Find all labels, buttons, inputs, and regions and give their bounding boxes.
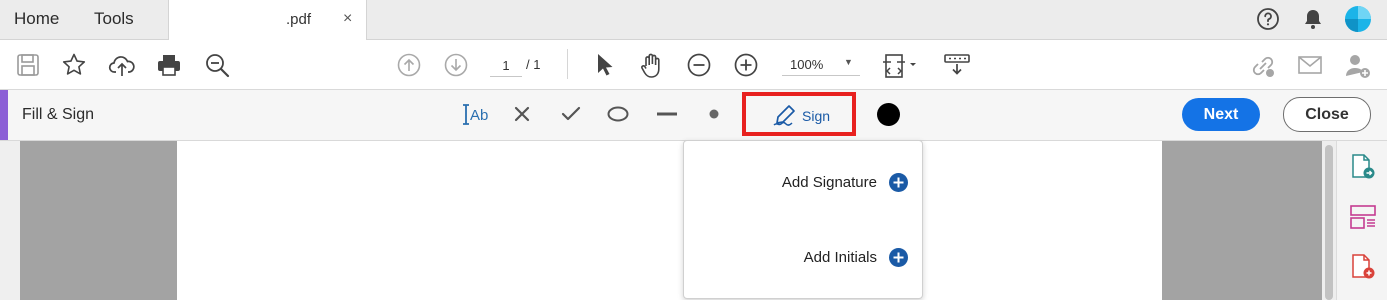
canvas-background-left <box>20 141 177 300</box>
email-icon[interactable] <box>1297 52 1323 78</box>
zoom-out-icon[interactable] <box>686 52 712 78</box>
select-cursor-icon[interactable] <box>592 52 618 78</box>
main-toolbar: / 1 100% ▼ <box>0 40 1387 90</box>
previous-page-icon[interactable] <box>396 52 422 78</box>
zoom-level-select[interactable]: 100% ▼ <box>782 53 860 76</box>
sign-button[interactable]: Sign <box>742 92 856 136</box>
add-circle-icon <box>889 248 908 267</box>
canvas-background-right <box>1162 141 1322 300</box>
menu-home[interactable]: Home <box>14 9 59 29</box>
toolbar-separator <box>567 49 568 79</box>
add-signature-label: Add Signature <box>781 174 877 191</box>
hand-tool-icon[interactable] <box>639 52 665 78</box>
add-circle-icon <box>889 173 908 192</box>
pen-signature-icon <box>772 103 800 129</box>
zoom-in-icon[interactable] <box>733 52 759 78</box>
add-initials-menu-item[interactable]: Add Initials <box>684 237 922 277</box>
ink-color-swatch[interactable] <box>877 103 900 126</box>
fill-sign-accent <box>0 90 8 140</box>
document-tab[interactable]: .pdf × <box>168 0 367 40</box>
next-page-icon[interactable] <box>443 52 469 78</box>
close-tab-icon[interactable]: × <box>343 10 352 28</box>
zoom-search-icon[interactable] <box>204 52 230 78</box>
notification-bell-icon[interactable] <box>1302 7 1324 31</box>
zoom-level-value: 100% <box>790 57 824 72</box>
user-avatar-icon[interactable] <box>1344 5 1372 33</box>
share-link-icon[interactable] <box>1249 52 1275 78</box>
line-icon[interactable] <box>655 105 679 123</box>
menu-tools[interactable]: Tools <box>94 9 134 29</box>
fill-sign-bar: Fill & Sign Ab Sign Next Close <box>0 90 1387 141</box>
svg-text:Ab: Ab <box>470 107 488 124</box>
pdf-page[interactable] <box>177 141 1162 300</box>
fill-sign-title: Fill & Sign <box>22 106 95 123</box>
checkmark-icon[interactable] <box>560 105 582 123</box>
close-button[interactable]: Close <box>1283 97 1371 132</box>
print-icon[interactable] <box>156 52 182 78</box>
page-total-label: / 1 <box>526 57 541 72</box>
cloud-upload-icon[interactable] <box>108 52 135 78</box>
create-pdf-icon[interactable] <box>1350 253 1376 281</box>
sign-button-label: Sign <box>802 108 831 124</box>
document-tab-title: .pdf <box>286 11 312 28</box>
left-gutter <box>0 141 20 300</box>
sign-dropdown-menu: Add Signature Add Initials <box>683 140 923 299</box>
right-tools-panel <box>1336 141 1387 300</box>
organize-pages-icon[interactable] <box>1350 204 1376 230</box>
dot-icon[interactable] <box>706 105 722 123</box>
add-initials-label: Add Initials <box>803 249 877 266</box>
page-fit-icon[interactable] <box>882 52 916 78</box>
scrollbar-thumb[interactable] <box>1325 145 1333 300</box>
chevron-down-icon: ▼ <box>844 57 853 67</box>
scroll-mode-icon[interactable] <box>943 52 970 78</box>
next-button[interactable]: Next <box>1182 98 1260 131</box>
add-signature-menu-item[interactable]: Add Signature <box>684 162 922 202</box>
cross-mark-icon[interactable] <box>513 105 531 123</box>
page-number-input[interactable] <box>490 54 522 77</box>
bookmark-star-icon[interactable] <box>61 52 87 78</box>
export-pdf-icon[interactable] <box>1350 153 1376 181</box>
add-user-icon[interactable] <box>1344 52 1370 78</box>
add-text-icon[interactable]: Ab <box>461 103 493 127</box>
ellipse-icon[interactable] <box>606 105 630 123</box>
save-icon[interactable] <box>15 52 41 78</box>
help-icon[interactable] <box>1256 7 1280 31</box>
top-menu-bar: Home Tools .pdf × <box>0 0 1387 40</box>
